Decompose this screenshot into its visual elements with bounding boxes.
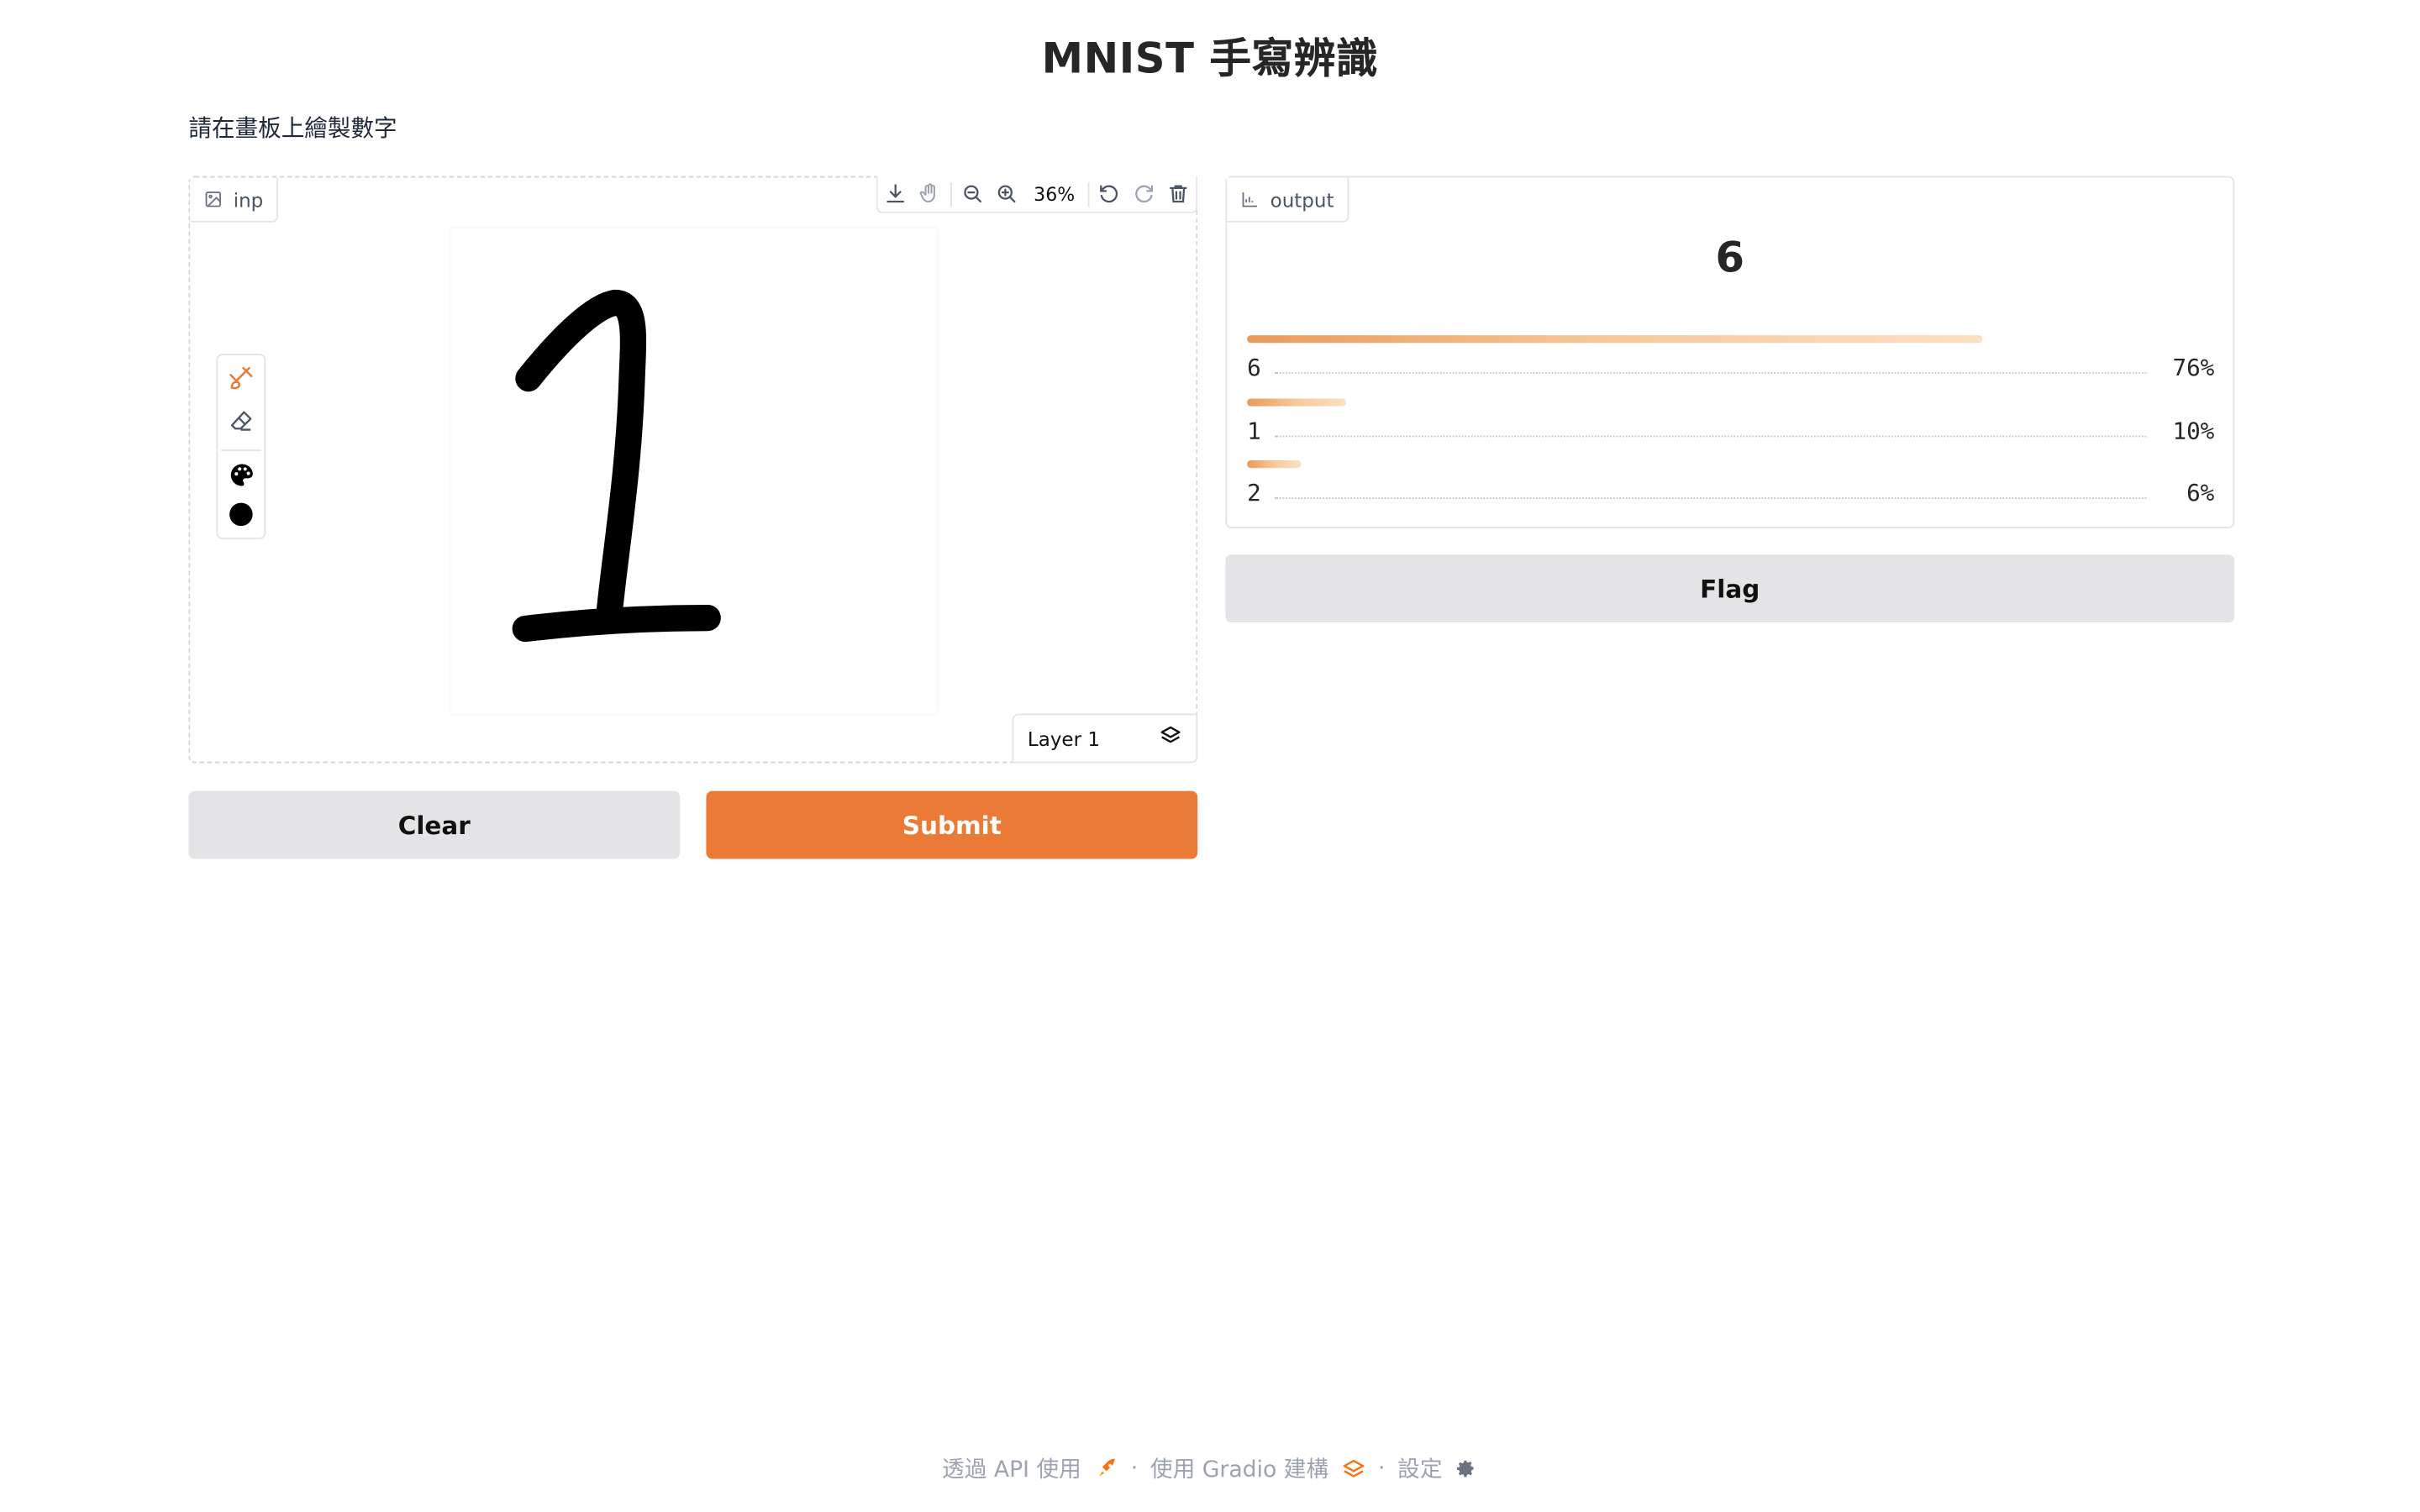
use-via-api-link[interactable]: 透過 API 使用 [942,1452,1081,1485]
confidence-label: 2 [1247,479,1261,507]
drawing-canvas[interactable] [450,228,937,714]
drawing-tools [216,354,266,539]
page-description: 請在畫板上繪製數字 [188,114,397,143]
confidence-row[interactable]: 2 6% [1247,460,2214,522]
confidence-row[interactable]: 6 76% [1247,335,2214,397]
confidence-label: 1 [1247,417,1261,445]
bar-chart-icon [1241,190,1260,208]
input-label-tag: inp [190,177,279,223]
zoom-out-icon[interactable] [955,176,989,212]
top-prediction: 6 [1715,234,1745,283]
submit-button[interactable]: Submit [706,790,1198,859]
flag-button[interactable]: Flag [1225,554,2235,623]
trash-icon[interactable] [1161,176,1196,212]
eraser-icon[interactable] [218,400,264,440]
palette-icon[interactable] [218,454,264,495]
canvas-toolbar: 36% [876,176,1198,213]
toolbar-divider [1086,181,1089,207]
confidence-bar [1247,398,1346,407]
confidence-percent: 10% [2172,417,2215,445]
drawn-digit-stroke [512,289,721,643]
gear-icon[interactable] [1455,1457,1478,1480]
layer-label: Layer 1 [1027,727,1100,750]
page-title: MNIST 手寫辨識 [1041,35,1379,84]
confidence-bar [1247,460,1302,469]
pan-hand-icon[interactable] [913,176,947,212]
dotted-leader [1275,497,2147,499]
footer-separator: · [1130,1456,1139,1481]
gradio-logo-icon [1341,1456,1365,1480]
rocket-icon [1094,1456,1118,1480]
built-with-gradio-link[interactable]: 使用 Gradio 建構 [1150,1452,1328,1485]
input-label: inp [233,187,264,212]
undo-icon[interactable] [1092,176,1126,212]
brush-icon[interactable] [218,359,264,399]
clear-button[interactable]: Clear [188,790,681,859]
confidence-percent: 6% [2186,479,2215,507]
output-label-tag: output [1227,177,1349,223]
confidence-percent: 76% [2172,354,2215,382]
zoom-level: 36% [1034,182,1076,205]
confidence-bar [1247,335,1983,344]
settings-link[interactable]: 設定 [1397,1452,1442,1485]
layers-icon [1159,724,1182,752]
dotted-leader [1275,435,2147,438]
confidence-row[interactable]: 1 10% [1247,398,2214,460]
output-label: output [1270,187,1334,212]
tool-divider [220,449,261,451]
brush-size-dot-icon[interactable] [218,494,264,534]
layer-selector[interactable]: Layer 1 [1012,713,1198,764]
download-icon[interactable] [878,176,913,212]
footer: 透過 API 使用 · 使用 Gradio 建構 · 設定 [0,1452,2420,1485]
image-icon [204,190,223,208]
zoom-in-icon[interactable] [990,176,1024,212]
toolbar-divider [950,181,952,207]
redo-icon[interactable] [1127,176,1161,212]
footer-separator: · [1377,1456,1386,1481]
dotted-leader [1275,372,2147,375]
confidence-label: 6 [1247,354,1261,382]
